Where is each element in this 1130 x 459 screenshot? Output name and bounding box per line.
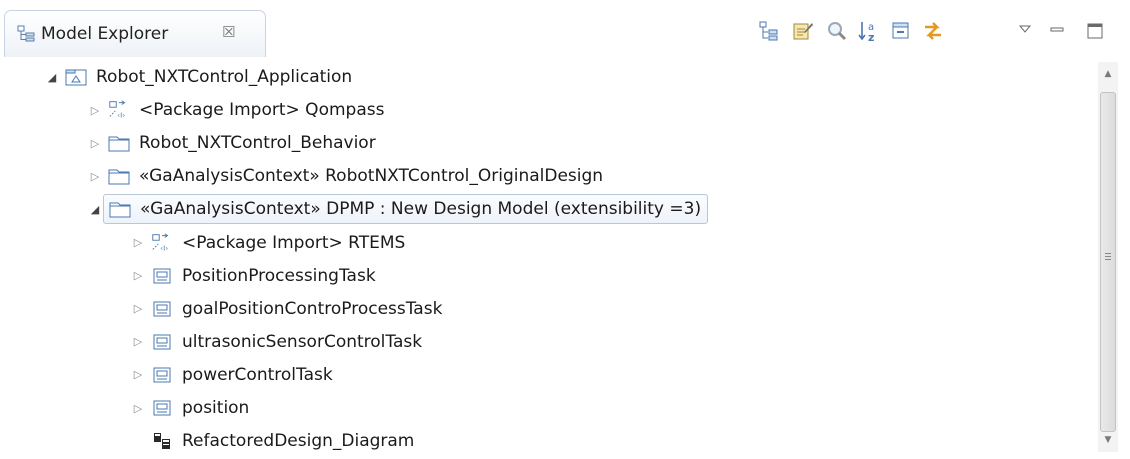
package-icon bbox=[107, 166, 131, 186]
tree-item[interactable]: ▷ ultrasonicSensorControlTask bbox=[130, 327, 428, 357]
tree-item-content[interactable]: «GaAnalysisContext» DPMP : New Design Mo… bbox=[103, 194, 709, 225]
tree-item-label: «GaAnalysisContext» RobotNXTControl_Orig… bbox=[139, 166, 604, 187]
tree-item-content[interactable]: RefactoredDesign_Diagram bbox=[146, 427, 420, 455]
component-icon bbox=[150, 332, 174, 352]
customize-icon[interactable] bbox=[790, 18, 816, 44]
collapsed-arrow-icon[interactable]: ▷ bbox=[130, 368, 146, 381]
tree-item-label: Robot_NXTControl_Behavior bbox=[139, 133, 376, 154]
minimize-icon[interactable] bbox=[1044, 16, 1070, 42]
model-icon bbox=[64, 67, 88, 87]
tree-item-label: PositionProcessingTask bbox=[182, 265, 376, 286]
scroll-down-icon[interactable]: ▼ bbox=[1098, 430, 1118, 450]
scrollbar-thumb[interactable] bbox=[1100, 92, 1116, 432]
tree-item[interactable]: ▷ «GaAnalysisContext» RobotNXTControl_Ori… bbox=[87, 161, 609, 191]
svg-text:z: z bbox=[868, 31, 874, 43]
package-icon bbox=[108, 199, 132, 219]
tree-item-content[interactable]: Robot_NXTControl_Application bbox=[60, 63, 358, 91]
collapsed-arrow-icon[interactable]: ▷ bbox=[130, 335, 146, 348]
tree-item-content[interactable]: Robot_NXTControl_Behavior bbox=[103, 129, 382, 157]
tree-item[interactable]: ◢ Robot_NXTControl_Application bbox=[44, 62, 358, 92]
tree-item-label: position bbox=[182, 398, 250, 418]
tree-item-content[interactable]: position bbox=[146, 394, 255, 422]
collapsed-arrow-icon[interactable]: ▷ bbox=[130, 402, 146, 415]
tree-item-content[interactable]: ‹I› <Package Import> Qompass bbox=[103, 96, 390, 124]
view-tab-bar: Model Explorer ☒ az bbox=[0, 0, 1130, 60]
tree-item-content[interactable]: powerControlTask bbox=[146, 361, 339, 389]
tree-item[interactable]: ▷ position bbox=[130, 393, 255, 423]
tree-item-label: ultrasonicSensorControlTask bbox=[182, 331, 423, 352]
tree-item-label: <Package Import> Qompass bbox=[139, 100, 385, 121]
vertical-scrollbar[interactable]: ▲ ▼ bbox=[1098, 62, 1118, 452]
model-tree: ◢ Robot_NXTControl_Application ▷ ‹I› <Packag… bbox=[0, 60, 1090, 459]
tree-item-label: goalPositionControProcessTask bbox=[182, 298, 443, 319]
component-icon bbox=[150, 365, 174, 385]
tree-item[interactable]: ◢ «GaAnalysisContext» DPMP : New Design M… bbox=[87, 194, 709, 225]
tree-item-content[interactable]: «GaAnalysisContext» RobotNXTControl_Orig… bbox=[103, 162, 609, 190]
view-toolbar: az bbox=[0, 18, 1130, 48]
collapsed-arrow-icon[interactable]: ▷ bbox=[130, 302, 146, 315]
collapse-all-icon[interactable] bbox=[888, 18, 914, 44]
scrollbar-grip-icon bbox=[1105, 251, 1111, 262]
tree-item[interactable]: ▷ ‹I› <Package Import> RTEMS bbox=[130, 228, 411, 258]
component-icon bbox=[150, 266, 174, 286]
sync-icon[interactable] bbox=[920, 18, 946, 44]
sort-alphabetically-icon[interactable]: az bbox=[856, 18, 882, 44]
tree-item-label: <Package Import> RTEMS bbox=[182, 232, 406, 253]
scroll-up-icon[interactable]: ▲ bbox=[1098, 64, 1118, 84]
tree-item[interactable]: ▷ goalPositionControProcessTask bbox=[130, 294, 448, 324]
tree-item[interactable]: ▷ powerControlTask bbox=[130, 360, 339, 390]
collapsed-arrow-icon[interactable]: ▷ bbox=[130, 236, 146, 249]
collapsed-arrow-icon[interactable]: ▷ bbox=[87, 170, 103, 183]
tree-item-label: RefactoredDesign_Diagram bbox=[182, 431, 415, 452]
collapsed-arrow-icon[interactable]: ▷ bbox=[87, 104, 103, 117]
link-with-editor-icon[interactable] bbox=[756, 18, 782, 44]
collapsed-arrow-icon[interactable]: ▷ bbox=[130, 269, 146, 282]
model-explorer-view: Model Explorer ☒ az ◢ Robot_NXTControl_A… bbox=[0, 0, 1130, 459]
package-import-icon: ‹I› bbox=[107, 100, 131, 120]
search-icon[interactable] bbox=[824, 18, 850, 44]
maximize-icon[interactable] bbox=[1082, 18, 1108, 44]
tree-item[interactable]: ▷ PositionProcessingTask bbox=[130, 261, 382, 291]
tree-item-label: powerControlTask bbox=[182, 364, 333, 385]
tree-item-label: «GaAnalysisContext» DPMP : New Design Mo… bbox=[140, 199, 702, 220]
tree-item-content[interactable]: PositionProcessingTask bbox=[146, 262, 382, 290]
view-menu-icon[interactable] bbox=[1012, 16, 1038, 42]
package-import-icon: ‹I› bbox=[150, 232, 174, 253]
expanded-arrow-icon[interactable]: ◢ bbox=[87, 203, 103, 216]
tree-item-content[interactable]: ‹I› <Package Import> RTEMS bbox=[146, 229, 411, 257]
tree-item-content[interactable]: goalPositionControProcessTask bbox=[146, 295, 448, 323]
tree-item[interactable]: RefactoredDesign_Diagram bbox=[130, 426, 420, 456]
tree-item-label: Robot_NXTControl_Application bbox=[96, 67, 353, 87]
component-icon bbox=[150, 398, 174, 418]
collapsed-arrow-icon[interactable]: ▷ bbox=[87, 137, 103, 150]
tree-item-content[interactable]: ultrasonicSensorControlTask bbox=[146, 328, 428, 356]
tree-item[interactable]: ▷ ‹I› <Package Import> Qompass bbox=[87, 95, 390, 125]
expanded-arrow-icon[interactable]: ◢ bbox=[44, 71, 60, 84]
svg-text:‹I›: ‹I› bbox=[160, 243, 168, 252]
diagram-icon bbox=[150, 431, 174, 451]
package-icon bbox=[107, 133, 131, 153]
component-icon bbox=[150, 299, 174, 319]
svg-text:‹I›: ‹I› bbox=[117, 110, 125, 119]
tree-item[interactable]: ▷ Robot_NXTControl_Behavior bbox=[87, 128, 382, 158]
